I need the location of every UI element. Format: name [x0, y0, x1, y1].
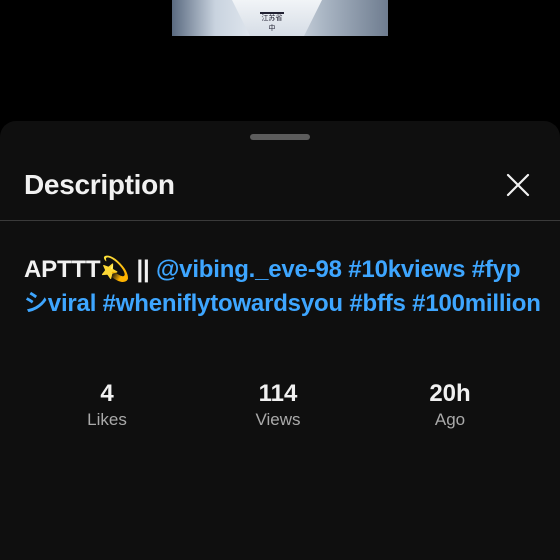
close-icon — [506, 173, 530, 197]
stats-row: 4 Likes 114 Views 20h Ago — [0, 379, 560, 439]
close-button[interactable] — [500, 167, 536, 203]
likes-count: 4 — [100, 380, 114, 407]
sheet-header: Description — [0, 157, 560, 221]
views-count: 114 — [258, 380, 298, 407]
video-thumbnail[interactable]: 江苏省中 — [172, 0, 388, 36]
age-label: Ago — [434, 410, 466, 429]
hashtag-link[interactable]: #bffs — [349, 290, 406, 317]
description-title: APTTT — [24, 256, 101, 283]
views-stat: 114 Views — [218, 379, 338, 432]
drag-handle[interactable] — [250, 134, 310, 140]
likes-label: Likes — [87, 410, 127, 429]
hashtag-link[interactable]: #100million — [412, 290, 541, 317]
views-label: Views — [255, 410, 301, 429]
likes-stat: 4 Likes — [47, 379, 167, 432]
age-value: 20h — [429, 380, 471, 407]
age-stat: 20h Ago — [390, 379, 510, 432]
video-description: APTTT💫 || @vibing._eve-98 #10kviews #fyp… — [24, 253, 544, 321]
description-sheet: Description APTTT💫 || @vibing._eve-98 #1… — [0, 121, 560, 560]
hashtag-link[interactable]: #10kviews — [348, 256, 465, 283]
video-frame-badge: 江苏省中 — [260, 12, 284, 32]
hashtag-link[interactable]: #wheniflytowardsyou — [103, 290, 343, 317]
mention-link[interactable]: @vibing._eve-98 — [156, 256, 342, 283]
sparkle-emoji: 💫 — [100, 256, 131, 283]
sheet-title: Description — [24, 169, 175, 200]
description-separator: || — [130, 256, 156, 283]
